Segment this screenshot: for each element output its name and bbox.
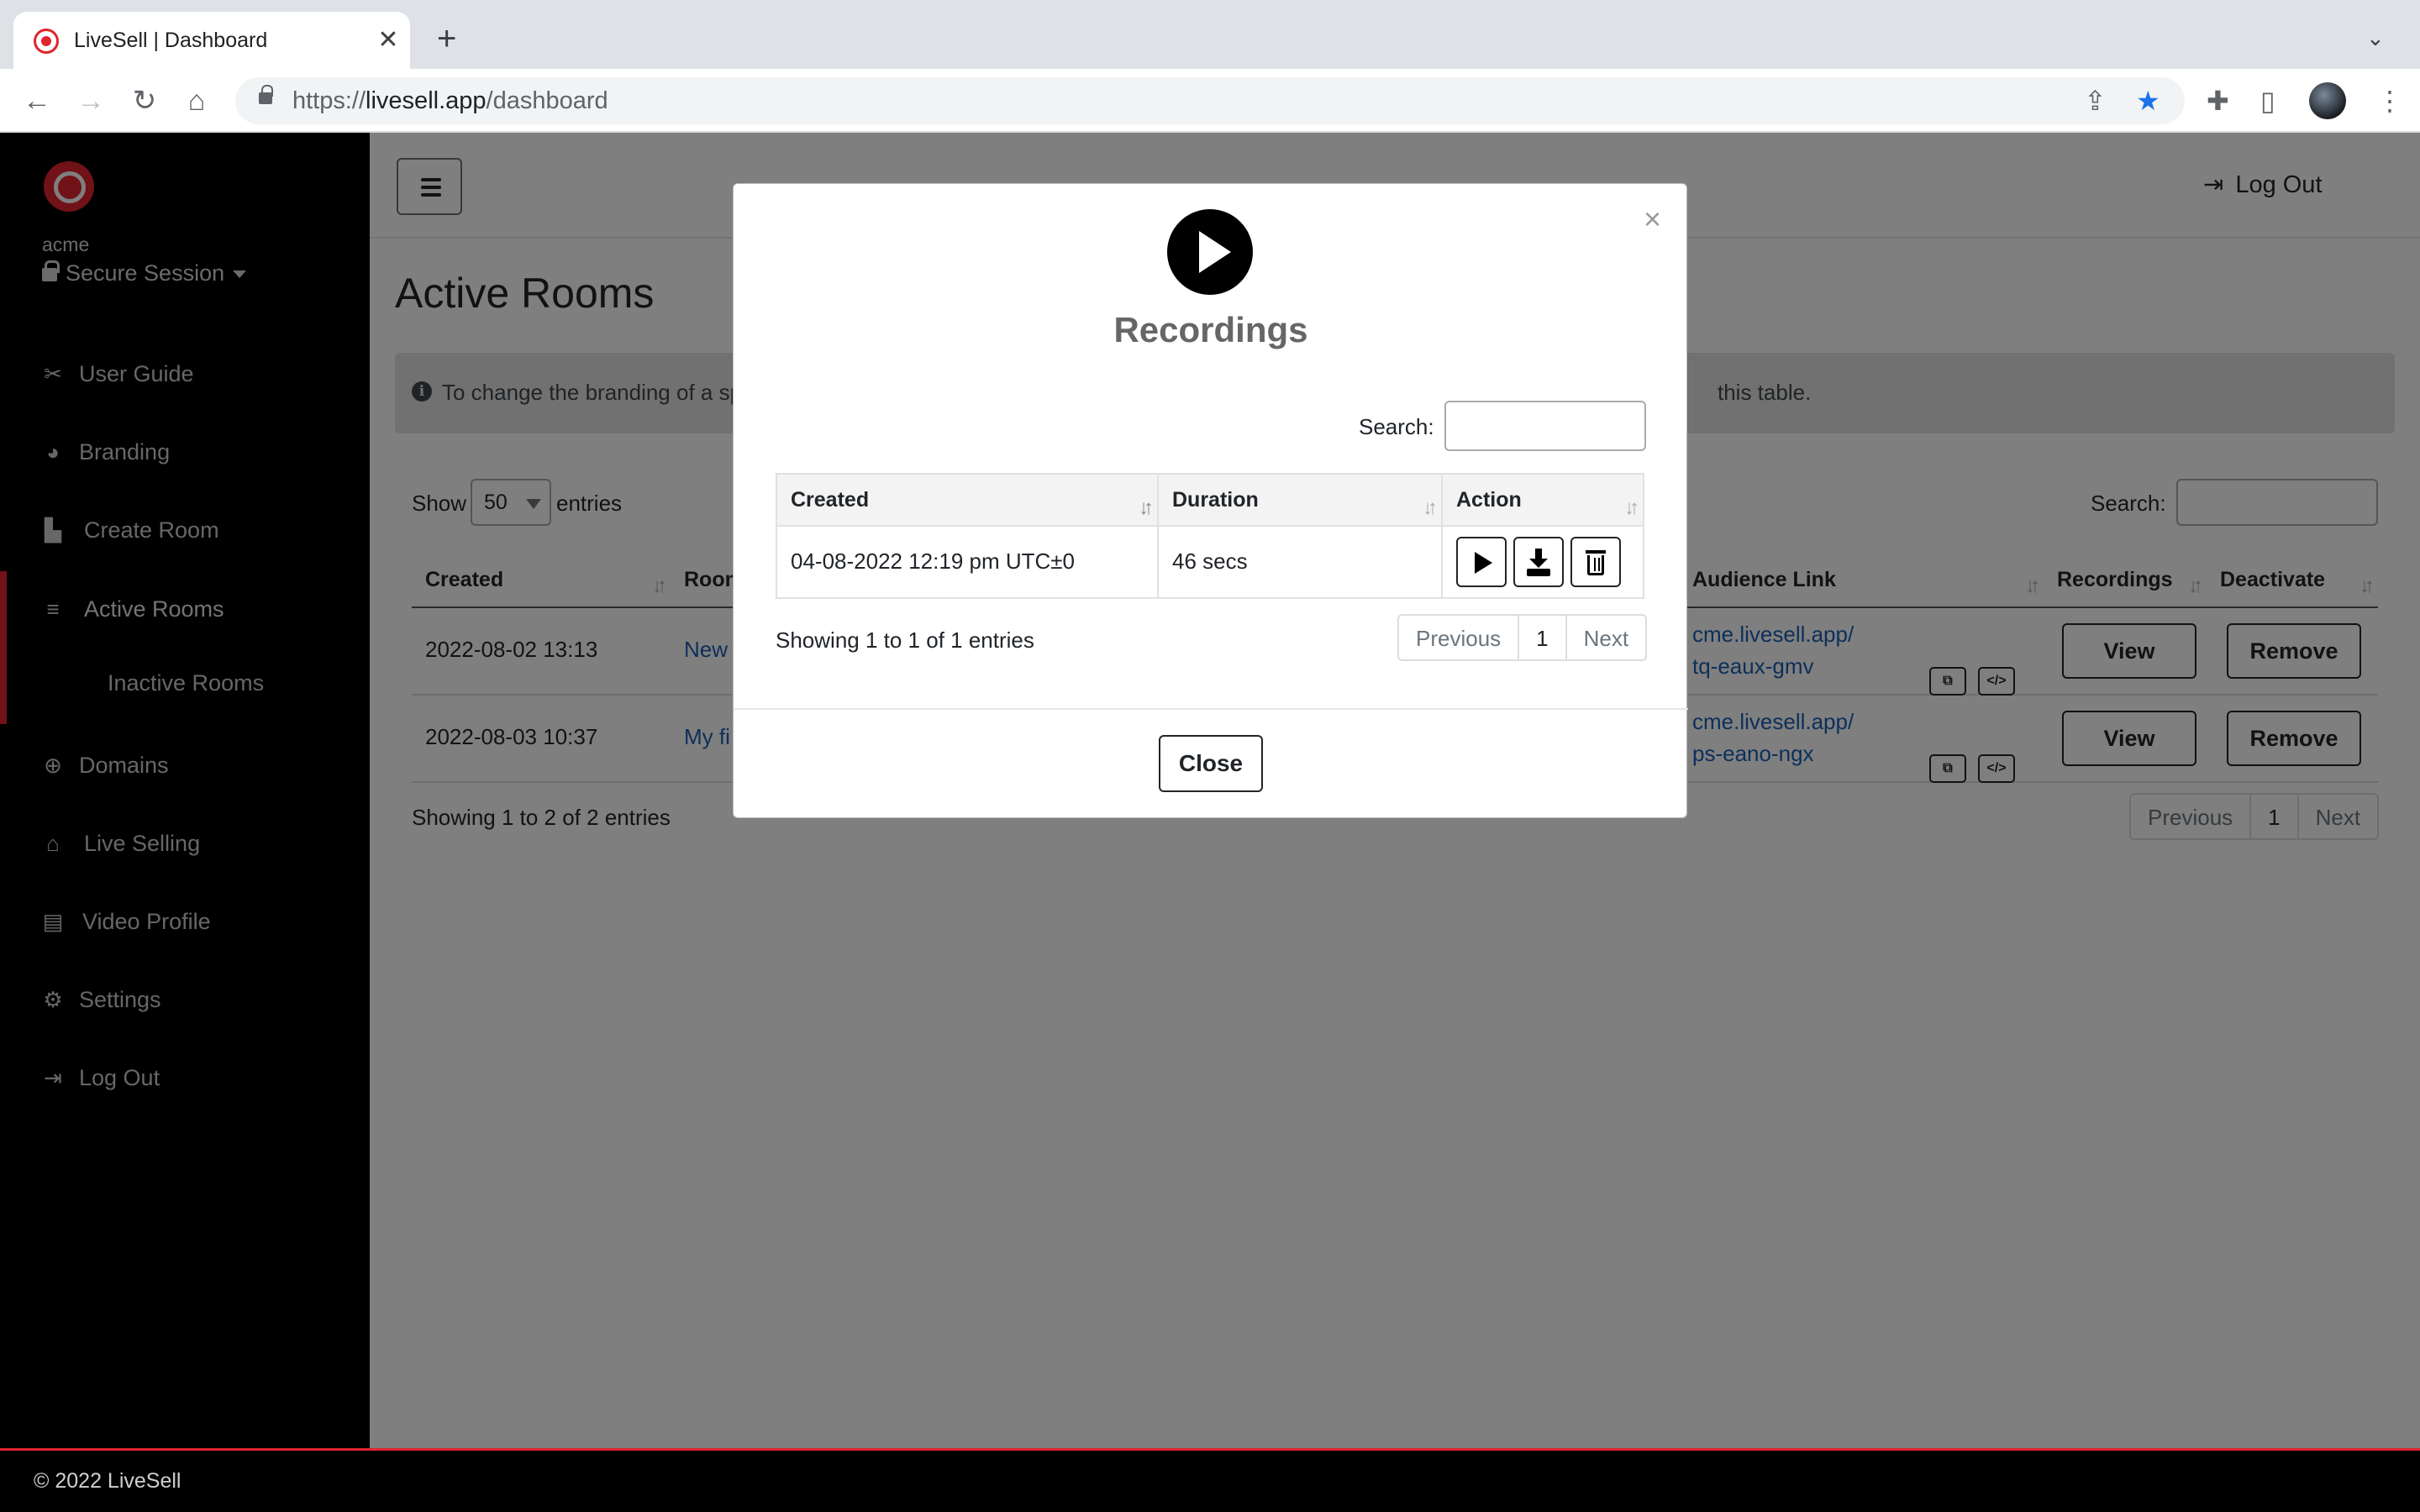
browser-tab-strip: LiveSell | Dashboard ✕ + ⌄: [0, 0, 2420, 69]
browser-menu-icon[interactable]: ⋮: [2376, 84, 2403, 118]
play-circle-icon: [1167, 209, 1253, 295]
home-icon[interactable]: ⌂: [180, 84, 213, 118]
recordings-info: Showing 1 to 1 of 1 entries: [776, 627, 1034, 653]
page-1-button[interactable]: 1: [1519, 616, 1567, 659]
extensions-puzzle-icon[interactable]: ✚: [2207, 84, 2229, 118]
download-recording-button[interactable]: [1513, 537, 1564, 587]
footer: © 2022 LiveSell: [0, 1448, 2420, 1512]
tab-close-icon[interactable]: ✕: [373, 25, 403, 55]
next-page-button[interactable]: Next: [1567, 616, 1645, 659]
new-tab-icon[interactable]: +: [437, 22, 456, 55]
column-header-created[interactable]: Created↓↑: [777, 475, 1159, 527]
recordings-pagination: Previous 1 Next: [1397, 614, 1648, 661]
reload-icon[interactable]: ↻: [128, 84, 161, 118]
trash-icon: [1586, 550, 1606, 554]
close-icon[interactable]: ×: [1644, 204, 1661, 234]
livesell-favicon-icon: [34, 29, 59, 54]
copyright-text: © 2022 LiveSell: [34, 1469, 182, 1493]
recordings-search-input[interactable]: [1444, 401, 1646, 451]
side-panel-icon[interactable]: ▯: [2260, 84, 2275, 118]
sort-icon: ↓↑: [1624, 496, 1639, 519]
browser-tab[interactable]: LiveSell | Dashboard ✕: [13, 12, 410, 69]
modal-title: Recordings: [1113, 310, 1308, 349]
profile-avatar[interactable]: [2309, 82, 2346, 119]
close-button[interactable]: Close: [1159, 735, 1263, 792]
column-header-duration[interactable]: Duration ↓↑: [1159, 475, 1443, 527]
sort-icon: ↓↑: [1139, 496, 1154, 519]
recordings-table: Created ↓↑ Duration ↓↑ Action ↓↑ 04-08-2022…: [776, 473, 1644, 599]
modal-footer-divider: [734, 708, 1688, 710]
recordings-modal: × Recordings Search: Created ↓↑ Duration ↓…: [733, 183, 1688, 818]
lock-icon: [259, 85, 273, 104]
share-icon[interactable]: ⇪: [2084, 86, 2107, 116]
back-arrow-icon[interactable]: ←: [20, 84, 54, 118]
play-recording-button[interactable]: [1456, 537, 1507, 587]
search-label: Search:: [1359, 414, 1434, 439]
sort-icon: ↓↑: [1423, 496, 1438, 519]
download-icon-tray: [1527, 569, 1550, 576]
previous-page-button[interactable]: Previous: [1399, 616, 1520, 659]
delete-recording-button[interactable]: [1570, 537, 1621, 587]
download-icon-head: [1529, 559, 1548, 568]
column-header-action[interactable]: Action ↓↑: [1443, 475, 1643, 527]
forward-arrow-icon[interactable]: →: [74, 84, 108, 118]
browser-toolbar: ← → ↻ ⌂ https://livesell.app/dashboard ⇪…: [0, 69, 2420, 133]
address-bar[interactable]: https://livesell.app/dashboard ⇪ ★: [235, 77, 2185, 124]
trash-icon-can: [1587, 555, 1604, 575]
url-text: https://livesell.app/dashboard: [292, 87, 608, 114]
tab-title: LiveSell | Dashboard: [74, 29, 268, 52]
recording-created: 04-08-2022 12:19 pm UTC±0: [777, 527, 1159, 597]
bookmark-star-icon[interactable]: ★: [2136, 86, 2160, 116]
tab-search-chevron-icon[interactable]: ⌄: [2366, 25, 2385, 51]
recording-duration: 46 secs: [1159, 527, 1443, 597]
